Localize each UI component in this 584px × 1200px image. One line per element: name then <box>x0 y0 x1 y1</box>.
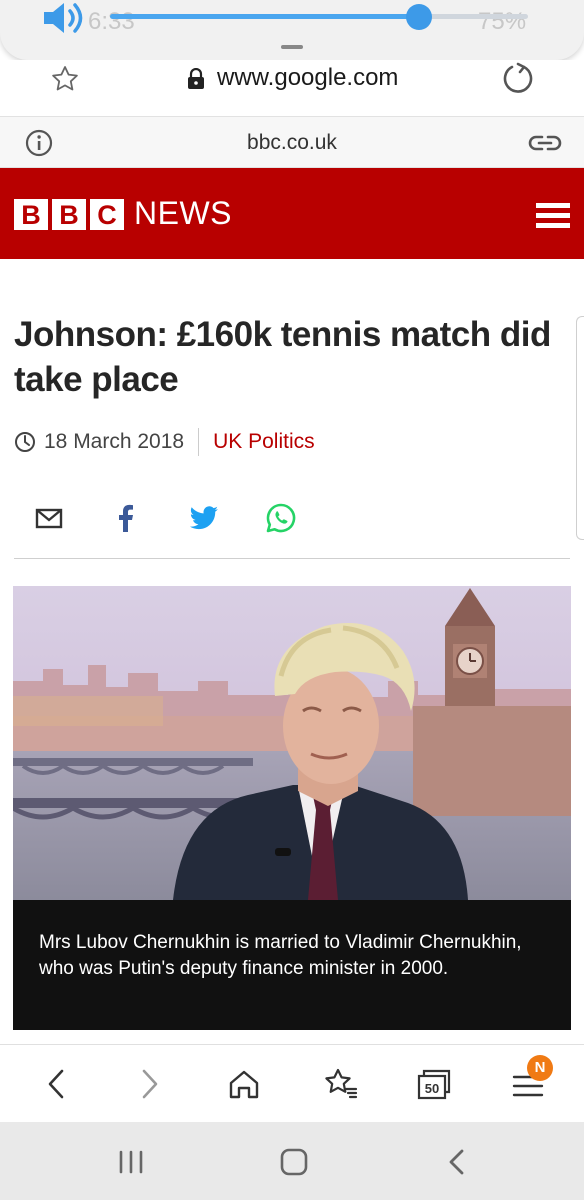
logo-news-word: NEWS <box>134 195 232 231</box>
article-date: 18 March 2018 <box>44 430 185 453</box>
bookmark-star-icon[interactable] <box>50 64 80 94</box>
system-nav-bar <box>0 1122 584 1200</box>
bbc-news-header: B B C NEWS <box>0 168 584 259</box>
tabs-icon[interactable]: 50 <box>416 1067 452 1101</box>
recent-apps-icon[interactable] <box>116 1148 146 1176</box>
article-photo[interactable] <box>13 586 571 900</box>
share-divider <box>14 558 570 559</box>
hamburger-menu-icon[interactable] <box>536 201 572 229</box>
link-icon[interactable] <box>528 131 562 155</box>
facebook-icon[interactable] <box>110 502 142 534</box>
meta-divider <box>198 428 200 456</box>
reload-icon[interactable] <box>502 62 536 96</box>
url-text[interactable]: www.google.com <box>217 64 398 92</box>
volume-slider[interactable] <box>110 4 528 30</box>
home-nav-icon[interactable] <box>279 1148 309 1176</box>
browser-toolbar: 50 <box>0 1044 584 1122</box>
logo-block: B <box>14 199 48 230</box>
home-icon[interactable] <box>226 1067 262 1101</box>
lock-icon <box>188 68 204 89</box>
bookmark-icon[interactable] <box>322 1067 358 1101</box>
site-domain: bbc.co.uk <box>247 131 337 154</box>
panel-handle[interactable] <box>281 45 303 49</box>
logo-block: B <box>52 199 86 230</box>
twitter-icon[interactable] <box>188 502 220 534</box>
forward-icon[interactable] <box>132 1067 168 1101</box>
article-meta: 18 March 2018 UK Politics <box>14 427 315 457</box>
scroll-handle[interactable] <box>576 316 584 540</box>
volume-knob[interactable] <box>406 4 432 30</box>
status-battery: 75% <box>478 8 527 35</box>
back-icon[interactable] <box>38 1067 74 1101</box>
photo-caption: Mrs Lubov Chernukhin is married to Vladi… <box>13 900 571 1030</box>
address-bar: www.google.com <box>0 60 584 116</box>
article-headline: Johnson: £160k tennis match did take pla… <box>14 315 551 399</box>
volume-panel: 6:33 75% <box>0 0 584 60</box>
clock-icon <box>15 432 35 452</box>
back-nav-icon[interactable] <box>443 1148 473 1176</box>
volume-icon[interactable] <box>40 0 88 36</box>
whatsapp-icon[interactable] <box>265 502 297 534</box>
logo-block: C <box>90 199 124 230</box>
bbc-logo[interactable]: B B C <box>14 199 124 230</box>
email-icon[interactable] <box>33 502 65 534</box>
site-info-bar: bbc.co.uk <box>0 116 584 168</box>
tab-count: 50 <box>425 1081 439 1096</box>
status-time: 6:33 <box>88 8 135 35</box>
article-category-link[interactable]: UK Politics <box>213 430 315 454</box>
share-tools <box>0 498 584 542</box>
notification-badge: N <box>527 1055 553 1081</box>
volume-fill <box>110 14 419 19</box>
